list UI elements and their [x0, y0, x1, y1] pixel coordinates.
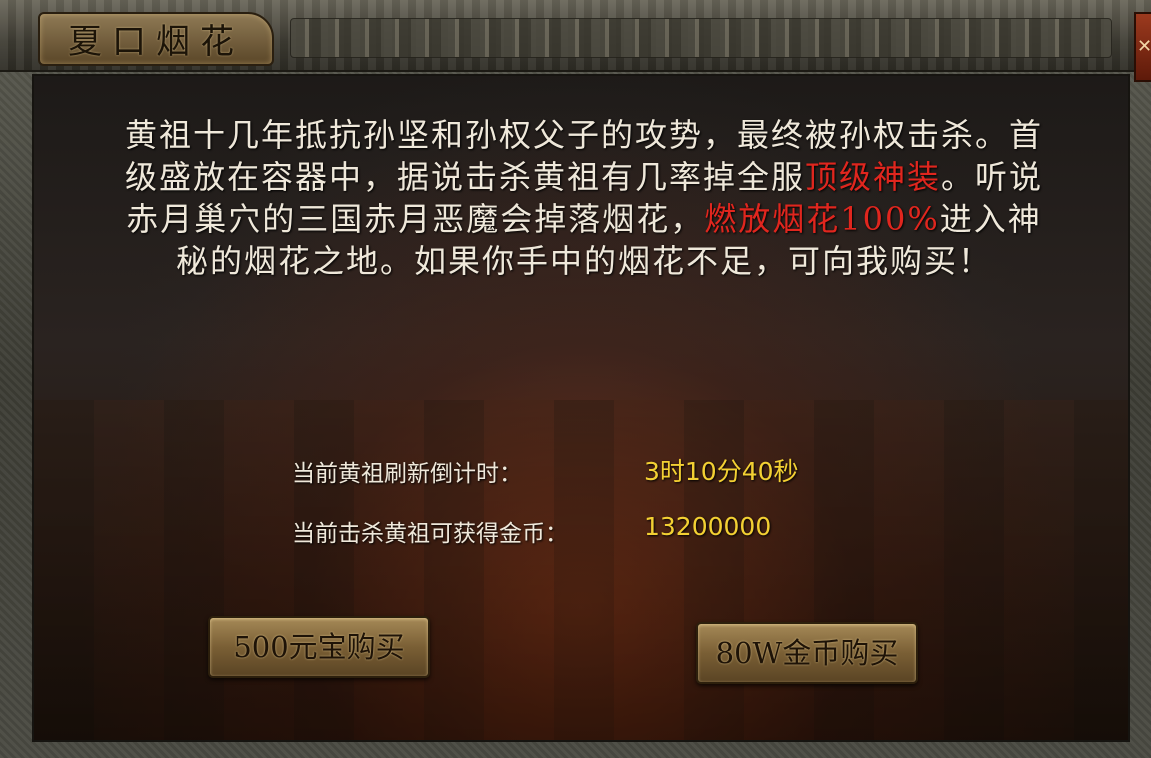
- buy-gold-button[interactable]: 80W金币购买: [696, 622, 918, 684]
- story-highlight-equipment: 顶级神装: [804, 158, 941, 196]
- countdown-label: 当前黄祖刷新倒计时：: [292, 461, 522, 487]
- reward-value: 13200000: [644, 512, 772, 541]
- story-highlight-fireworks: 燃放烟花100%: [704, 200, 940, 238]
- close-button[interactable]: ✕: [1134, 12, 1151, 82]
- story-text: 黄祖十几年抵抗孙坚和孙权父子的攻势，最终被孙权击杀。首级盛放在容器中，据说击杀黄…: [114, 114, 1054, 282]
- content-panel: 黄祖十几年抵抗孙坚和孙权父子的攻势，最终被孙权击杀。首级盛放在容器中，据说击杀黄…: [32, 74, 1130, 742]
- countdown-value: 3时10分40秒: [644, 457, 799, 486]
- title-bar: 夏口烟花: [0, 0, 1151, 72]
- title-ornament: [290, 18, 1112, 58]
- buy-yuanbao-button[interactable]: 500元宝购买: [208, 616, 430, 678]
- dialog-title: 夏口烟花: [68, 22, 244, 62]
- close-icon: ✕: [1136, 36, 1151, 57]
- battle-background: [34, 400, 1128, 740]
- dialog-frame: 夏口烟花 ✕ 黄祖十几年抵抗孙坚和孙权父子的攻势，最终被孙权击杀。首级盛放在容器…: [0, 0, 1151, 758]
- reward-label: 当前击杀黄祖可获得金币：: [292, 521, 568, 547]
